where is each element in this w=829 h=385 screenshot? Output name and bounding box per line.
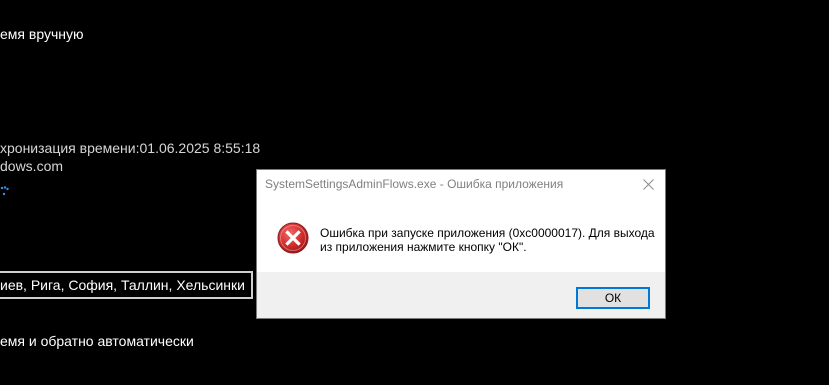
time-server-text: dows.com <box>0 158 64 174</box>
close-button[interactable] <box>631 170 665 200</box>
dialog-footer: ОК <box>257 272 665 318</box>
close-icon <box>643 179 654 190</box>
error-message: Ошибка при запуске приложения (0xc000001… <box>320 226 655 254</box>
auto-dst-label: емя и обратно автоматически <box>0 333 194 349</box>
screen: емя вручную хронизация времени:01.06.202… <box>0 0 829 385</box>
error-message-line1: Ошибка при запуске приложения (0xc000001… <box>320 226 655 240</box>
dialog-titlebar: SystemSettingsAdminFlows.exe - Ошибка пр… <box>257 170 665 200</box>
error-icon <box>277 222 309 254</box>
error-dialog: SystemSettingsAdminFlows.exe - Ошибка пр… <box>256 169 666 319</box>
timezone-dropdown[interactable]: иев, Рига, София, Таллин, Хельсинки <box>0 271 253 299</box>
dialog-content: Ошибка при запуске приложения (0xc000001… <box>257 200 665 272</box>
sync-progress-icon <box>0 186 9 196</box>
timezone-value: иев, Рига, София, Таллин, Хельсинки <box>0 277 245 293</box>
last-sync-text: хронизация времени:01.06.2025 8:55:18 <box>0 140 261 156</box>
error-message-line2: из приложения нажмите кнопку "ОК". <box>320 240 527 254</box>
dialog-title: SystemSettingsAdminFlows.exe - Ошибка пр… <box>265 177 564 191</box>
ok-button[interactable]: ОК <box>576 287 650 309</box>
manual-time-label: емя вручную <box>0 26 84 42</box>
